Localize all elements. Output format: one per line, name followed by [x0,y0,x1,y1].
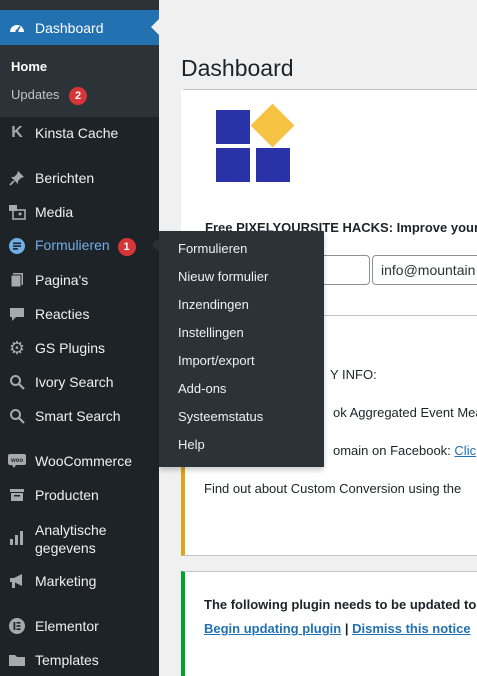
gear-icon: ⚙ [8,337,26,358]
sidebar-item-label: Elementor [35,618,99,634]
plugin-update-notice: The following plugin needs to be updated… [181,571,477,676]
sidebar-item-producten[interactable]: Producten [0,478,159,512]
begin-updating-link[interactable]: Begin updating plugin [204,621,341,636]
elementor-icon [8,617,26,635]
submenu-updates[interactable]: Updates 2 [11,87,88,105]
sidebar-item-label: Dashboard [35,19,104,36]
notice-line-1: ok Aggregated Event Mea [333,405,477,420]
notice-line-2-text: omain on Facebook: [333,443,451,458]
sidebar-item-label: Marketing [35,573,97,589]
products-icon [8,486,26,504]
sidebar-item-ivory-search[interactable]: Ivory Search [0,365,159,399]
pixelyoursite-logo [216,103,301,188]
flyout-item-systeemstatus[interactable]: Systeemstatus [178,409,263,424]
sidebar-item-gs-plugins[interactable]: ⚙ GS Plugins [0,331,159,365]
flyout-item-inzendingen[interactable]: Inzendingen [178,297,249,312]
notice-text: The following plugin needs to be updated… [204,597,477,612]
sidebar-item-templates[interactable]: Templates [0,643,159,676]
sidebar-item-kinsta-cache[interactable]: K Kinsta Cache [0,116,159,150]
notice-line-2: omain on Facebook: Clic [333,443,476,458]
label-line-1: Analytische [35,522,107,538]
sidebar-item-formulieren-label: Formulieren 1 [35,237,136,256]
flyout-item-formulieren[interactable]: Formulieren [178,241,247,256]
sidebar-item-label: Analytische gegevens [35,521,107,557]
pages-icon [8,271,26,289]
page-title: Dashboard [181,55,294,81]
notice-actions: Begin updating plugin | Dismiss this not… [204,621,471,636]
sidebar-top-strip [0,0,159,10]
woo-icon: woo [8,452,26,470]
pin-icon [8,169,26,187]
media-icon [8,203,26,221]
sidebar-item-label: Formulieren [35,236,110,253]
flyout-item-help[interactable]: Help [178,437,205,452]
dashboard-submenu: Home Updates 2 [0,45,159,117]
label-line-2: gegevens [35,540,96,556]
flyout-item-nieuw-formulier[interactable]: Nieuw formulier [178,269,268,284]
sidebar-item-reacties[interactable]: Reacties [0,297,159,331]
sidebar-item-formulieren[interactable]: Formulieren 1 [0,229,160,263]
sidebar-item-paginas[interactable]: Pagina's [0,263,159,297]
sidebar-item-label: WooCommerce [35,453,132,469]
formulieren-flyout-menu: Formulieren Nieuw formulier Inzendingen … [159,231,324,467]
submenu-home[interactable]: Home [11,59,47,74]
sidebar-item-berichten[interactable]: Berichten [0,161,159,195]
kinsta-icon: K [11,124,23,141]
sidebar-item-analytische-gegevens[interactable]: Analytische gegevens [0,518,159,558]
sidebar-item-label: GS Plugins [35,340,106,356]
search-icon [8,407,26,425]
notice-line-3: Find out about Custom Conversion using t… [204,481,462,496]
sidebar-item-dashboard[interactable]: Dashboard [0,10,160,45]
forms-icon [8,237,26,255]
sidebar-item-label: Reacties [35,306,90,322]
megaphone-icon [8,572,26,590]
sidebar-item-marketing[interactable]: Marketing [0,564,159,598]
analytics-icon [8,529,26,547]
sidebar-item-label: Media [35,204,74,220]
svg-text:woo: woo [10,458,23,464]
flyout-item-import-export[interactable]: Import/export [178,353,255,368]
sidebar-item-elementor[interactable]: Elementor [0,609,159,643]
sidebar-item-label: Smart Search [35,408,121,424]
admin-sidebar: Dashboard Home Updates 2 K Kinsta Cache … [0,0,160,676]
flyout-item-instellingen[interactable]: Instellingen [178,325,244,340]
submenu-updates-label: Updates [11,87,60,102]
updates-count-badge: 2 [69,87,88,105]
sidebar-item-label: Kinsta Cache [35,125,119,141]
sidebar-item-label: Templates [35,652,99,668]
dismiss-notice-link[interactable]: Dismiss this notice [352,621,470,636]
dashboard-icon [8,19,26,37]
email-input[interactable]: info@mountain [372,255,477,285]
flyout-item-add-ons[interactable]: Add-ons [178,381,226,396]
click-link[interactable]: Clic [454,443,476,458]
sidebar-item-media[interactable]: Media [0,195,159,229]
sidebar-item-woocommerce[interactable]: woo WooCommerce [0,444,159,478]
comments-icon [8,305,26,323]
folder-icon [8,651,26,669]
notice-heading: Y INFO: [330,367,377,382]
sidebar-item-label: Producten [35,487,99,503]
separator: | [344,621,349,636]
sidebar-item-label: Pagina's [35,272,89,288]
sidebar-item-label: Berichten [35,170,95,186]
search-icon [8,373,26,391]
sidebar-item-smart-search[interactable]: Smart Search [0,399,159,433]
forms-count-badge: 1 [117,237,136,256]
sidebar-item-label: Ivory Search [35,374,114,390]
